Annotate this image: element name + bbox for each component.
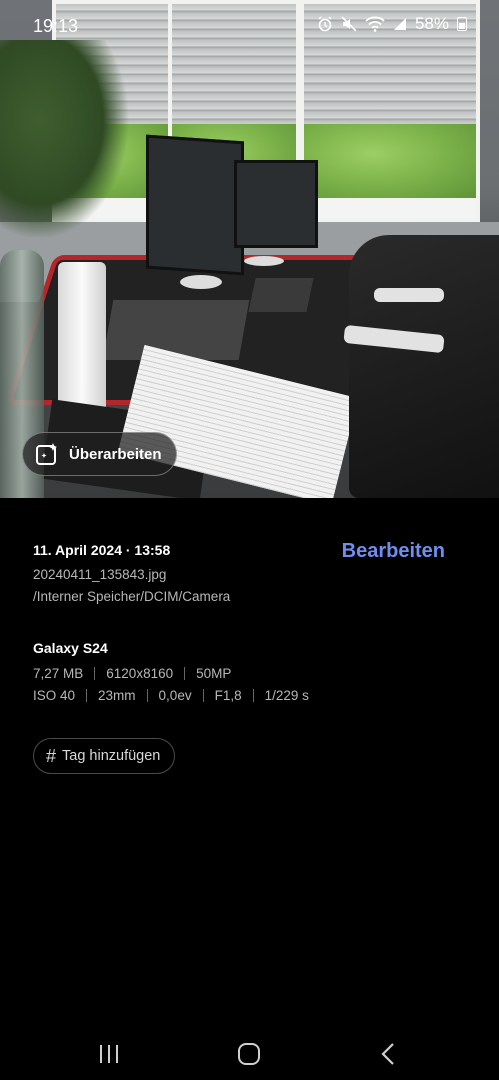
laptop [102, 300, 250, 360]
signal-icon [393, 18, 406, 30]
exposure-info-row: ISO 40 23mm 0,0ev F1,8 1/229 s [33, 688, 309, 703]
remaster-button[interactable]: Überarbeiten [22, 432, 177, 476]
date-time: 11. April 2024 · 13:58 [33, 542, 171, 558]
home-button[interactable] [229, 1034, 269, 1074]
add-tag-label: Tag hinzufügen [62, 748, 161, 764]
device-name: Galaxy S24 [33, 640, 108, 656]
home-icon [238, 1043, 260, 1065]
status-icons: 58% [317, 14, 467, 34]
battery-icon [457, 17, 467, 31]
back-button[interactable] [369, 1034, 409, 1074]
separator [146, 689, 148, 702]
size-info-row: 7,27 MB 6120x8160 50MP [33, 666, 231, 681]
office-chair [349, 235, 499, 498]
file-name: 20240411_135843.jpg [33, 567, 167, 582]
plant [0, 40, 130, 240]
shutter-speed: 1/229 s [264, 688, 309, 703]
megapixels: 50MP [196, 666, 232, 681]
file-size: 7,27 MB [33, 666, 84, 681]
separator [94, 667, 96, 680]
paper-towel-roll [58, 262, 106, 418]
monitor-left [146, 134, 244, 276]
monitor-stand [180, 275, 222, 289]
chair-armrest [374, 288, 444, 302]
aperture: F1,8 [214, 688, 242, 703]
remaster-label: Überarbeiten [69, 445, 162, 463]
focal-length: 23mm [98, 688, 136, 703]
file-path: /Interner Speicher/DCIM/Camera [33, 589, 231, 604]
add-tag-button[interactable]: # Tag hinzufügen [33, 738, 176, 774]
keyboard [248, 278, 314, 312]
monitor-stand [244, 256, 284, 266]
recent-apps-button[interactable] [89, 1034, 129, 1074]
back-icon [381, 1043, 394, 1065]
status-time: 19:13 [33, 16, 79, 36]
hashtag-icon: # [46, 745, 57, 766]
edit-details-button[interactable]: Bearbeiten [342, 540, 445, 563]
battery-percent: 58% [414, 14, 449, 33]
monitor-right [234, 160, 318, 248]
photo-preview[interactable] [0, 0, 499, 498]
separator [252, 689, 254, 702]
exposure-value: 0,0ev [158, 688, 192, 703]
wifi-icon [365, 16, 385, 32]
separator [202, 689, 204, 702]
sparkle-edit-icon [36, 443, 57, 465]
iso: ISO 40 [33, 688, 76, 703]
mute-icon [341, 16, 357, 32]
separator [86, 689, 88, 702]
status-bar: 19:13 58% [0, 0, 499, 52]
navigation-bar [0, 1022, 499, 1080]
separator [184, 667, 186, 680]
resolution: 6120x8160 [106, 666, 174, 681]
alarm-icon [318, 16, 332, 32]
recent-apps-icon [100, 1045, 118, 1063]
